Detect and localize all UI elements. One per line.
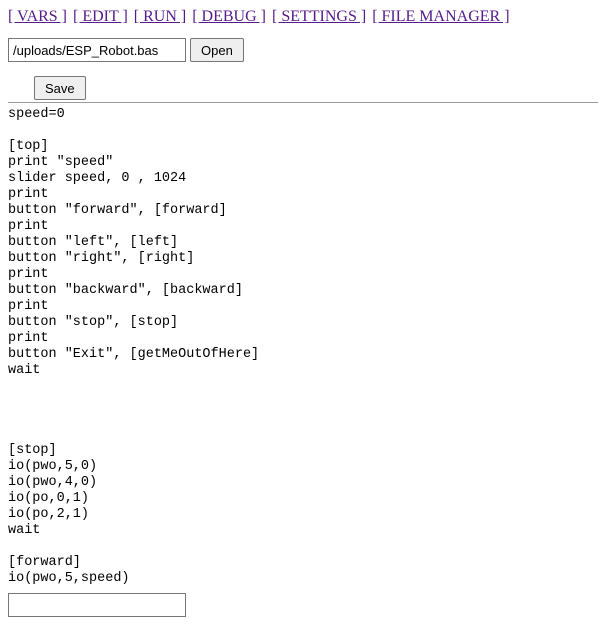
save-button[interactable]: Save: [34, 76, 86, 100]
bottom-input[interactable]: [8, 593, 186, 617]
save-row: Save: [34, 76, 598, 100]
nav-debug-link[interactable]: [ DEBUG ]: [192, 8, 266, 25]
top-nav: [ VARS ] [ EDIT ] [ RUN ] [ DEBUG ] [ SE…: [8, 8, 598, 26]
file-path-input[interactable]: [8, 38, 186, 62]
nav-settings-link[interactable]: [ SETTINGS ]: [272, 8, 366, 25]
code-editor[interactable]: speed=0 [top] print "speed" slider speed…: [8, 107, 598, 587]
file-row: Open: [8, 38, 598, 62]
nav-edit-link[interactable]: [ EDIT ]: [73, 8, 128, 25]
nav-run-link[interactable]: [ RUN ]: [134, 8, 186, 25]
nav-filemanager-link[interactable]: [ FILE MANAGER ]: [372, 8, 509, 25]
open-button[interactable]: Open: [190, 38, 244, 62]
nav-vars-link[interactable]: [ VARS ]: [8, 8, 67, 25]
editor-container: speed=0 [top] print "speed" slider speed…: [8, 102, 598, 617]
